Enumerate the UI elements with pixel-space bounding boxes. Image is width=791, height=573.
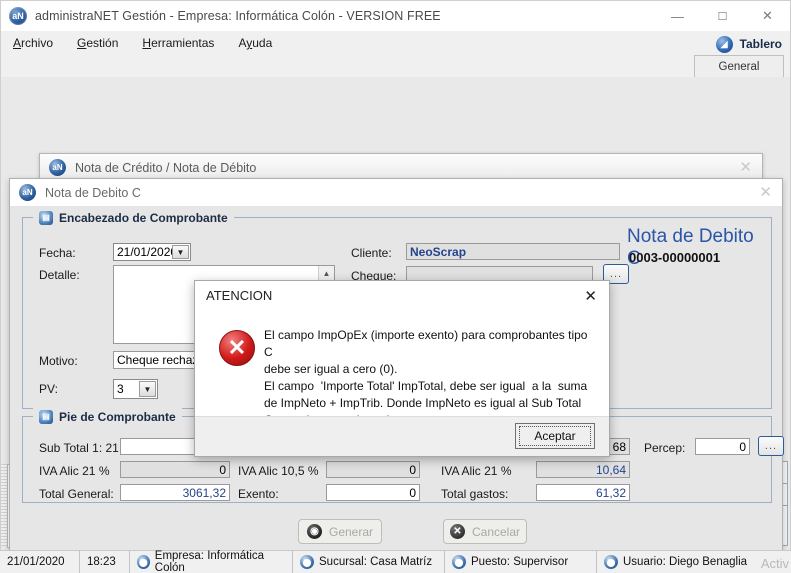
label-cliente: Cliente:	[351, 246, 392, 260]
document-number: 0003-00000001	[629, 250, 721, 265]
label-pv: PV:	[39, 382, 58, 396]
iva21b-input[interactable]: 10,64	[536, 461, 630, 478]
group-encabezado-label: Encabezado de Comprobante	[59, 210, 228, 225]
chevron-down-icon[interactable]: ▼	[172, 245, 189, 259]
label-motivo: Motivo:	[39, 354, 78, 368]
company-icon: ⬤	[137, 555, 150, 569]
menubar: AArchivorchivo Gestión Herramientas Ayud…	[1, 31, 790, 55]
app-titlebar: aN administraNET Gestión - Empresa: Info…	[1, 1, 790, 31]
error-circle-icon: ✕	[219, 330, 255, 366]
menu-herramientas[interactable]: Herramientas	[142, 36, 214, 50]
mdi-child-title: Nota de Debito C	[45, 185, 141, 200]
mdi-child-titlebar: aN Nota de Debito C ✕	[10, 179, 782, 207]
app-logo-icon: aN	[9, 7, 27, 25]
chevron-down-icon[interactable]: ▼	[139, 381, 156, 397]
label-percep: Percep:	[644, 441, 686, 455]
minimize-button[interactable]: —	[655, 1, 700, 31]
label-subtotal1: Sub Total 1: 21	[39, 441, 119, 455]
label-detalle: Detalle:	[39, 268, 80, 282]
cliente-input[interactable]: NeoScrap	[406, 243, 620, 260]
dialog-titlebar: ATENCION ✕	[195, 281, 609, 309]
app-title: administraNET Gestión - Empresa: Informá…	[35, 9, 441, 23]
focus-outline	[519, 426, 591, 446]
status-empresa: ⬤ Empresa: Informática Colón	[130, 550, 293, 573]
tablero-button[interactable]: ◢ Tablero	[715, 32, 782, 56]
fecha-value: 21/01/2020	[117, 245, 178, 259]
menu-ayuda[interactable]: Ayuda	[238, 36, 272, 50]
mdi-parent-icon: aN	[49, 159, 66, 176]
main-application-window: aN administraNET Gestión - Empresa: Info…	[0, 0, 791, 565]
branch-icon: ⬤	[300, 555, 314, 569]
mdi-parent-title: Nota de Crédito / Nota de Débito	[75, 160, 257, 175]
label-fecha: Fecha:	[39, 246, 76, 260]
pv-select[interactable]: 3 ▼	[113, 379, 158, 399]
window-controls: — ☐ ✕	[655, 1, 790, 31]
menu-archivo[interactable]: AArchivorchivo	[13, 36, 53, 50]
status-puesto: ⬤ Puesto: Supervisor	[445, 551, 597, 573]
group-pie-legend: ▤ Pie de Comprobante	[33, 408, 182, 425]
iva21-input[interactable]: 0	[120, 461, 230, 478]
mdi-child-icon: aN	[19, 184, 36, 201]
form-icon: ▤	[39, 210, 53, 225]
exento-input[interactable]: 0	[326, 484, 420, 501]
statusbar: 21/01/2020 18:23 ⬤ Empresa: Informática …	[0, 550, 791, 573]
tabstrip: General	[1, 55, 790, 78]
status-sucursal-label: Sucursal: Casa Matríz	[319, 556, 433, 568]
cancel-icon: ✕	[449, 524, 465, 539]
mdi-parent-close-icon[interactable]: ✕	[739, 158, 752, 176]
status-usuario-label: Usuario: Diego Benaglia	[623, 556, 748, 568]
menu-gestion[interactable]: Gestión	[77, 36, 118, 50]
dialog-message: El campo ImpOpEx (importe exento) para c…	[264, 328, 588, 427]
group-encabezado-legend: ▤ Encabezado de Comprobante	[33, 209, 234, 226]
dialog-close-icon[interactable]: ✕	[584, 287, 597, 305]
generar-label: Generar	[328, 524, 374, 539]
dialog-title: ATENCION	[206, 287, 273, 303]
label-exento: Exento:	[238, 487, 279, 501]
label-total-gastos: Total gastos:	[441, 487, 509, 501]
generar-button[interactable]: ◉ Generar	[298, 519, 382, 544]
label-iva-21: IVA Alic 21 %	[39, 464, 110, 478]
app-workspace: móviles) Financiación a medida ✆ +54 9 2…	[1, 77, 790, 565]
status-sucursal: ⬤ Sucursal: Casa Matríz	[293, 551, 445, 573]
workstation-icon: ⬤	[452, 555, 466, 569]
dialog-footer: Aceptar	[195, 416, 609, 456]
aceptar-button[interactable]: Aceptar	[515, 423, 595, 449]
percep-browse-button[interactable]: ...	[758, 436, 784, 456]
total-gastos-input[interactable]: 61,32	[536, 484, 630, 501]
activate-watermark: Activ	[760, 556, 789, 571]
total-general-input[interactable]: 3061,32	[120, 484, 230, 501]
scroll-up-icon[interactable]: ▲	[319, 266, 334, 280]
status-empresa-label: Empresa: Informática Colón	[154, 550, 265, 573]
dialog-body: ✕ El campo ImpOpEx (importe exento) para…	[195, 309, 609, 427]
pv-value: 3	[117, 382, 124, 396]
tablero-label: Tablero	[739, 37, 782, 51]
label-iva-105: IVA Alic 10,5 %	[238, 464, 319, 478]
tab-general[interactable]: General	[694, 55, 784, 77]
maximize-button[interactable]: ☐	[700, 1, 745, 31]
user-icon: ⬤	[604, 555, 618, 569]
mdi-child-close-icon[interactable]: ✕	[759, 183, 772, 201]
iva105-input[interactable]: 0	[326, 461, 420, 478]
cancelar-label: Cancelar	[471, 524, 521, 539]
fecha-datepicker[interactable]: 21/01/2020 ▼	[113, 243, 191, 261]
status-date: 21/01/2020	[0, 551, 80, 573]
cancelar-button[interactable]: ✕ Cancelar	[443, 519, 527, 544]
percep-input[interactable]: 0	[695, 438, 750, 455]
group-pie-label: Pie de Comprobante	[59, 409, 176, 424]
status-time: 18:23	[80, 551, 130, 573]
screenshot-root: aN administraNET Gestión - Empresa: Info…	[0, 0, 791, 573]
label-total-general: Total General:	[39, 487, 114, 501]
chart-icon: ◢	[715, 35, 733, 53]
form-icon: ▤	[39, 409, 53, 424]
label-iva-21-b: IVA Alic 21 %	[441, 464, 512, 478]
generate-icon: ◉	[306, 524, 322, 539]
status-puesto-label: Puesto: Supervisor	[471, 556, 569, 568]
atencion-dialog: ATENCION ✕ ✕ El campo ImpOpEx (importe e…	[194, 280, 610, 457]
close-button[interactable]: ✕	[745, 1, 790, 31]
